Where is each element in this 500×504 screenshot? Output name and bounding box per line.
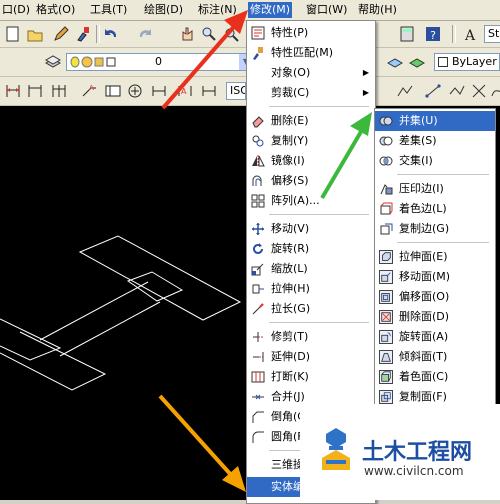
orange-arrow	[158, 394, 246, 492]
annotation-arrows	[158, 10, 372, 492]
green-arrow	[320, 112, 372, 200]
red-arrow	[161, 10, 248, 110]
